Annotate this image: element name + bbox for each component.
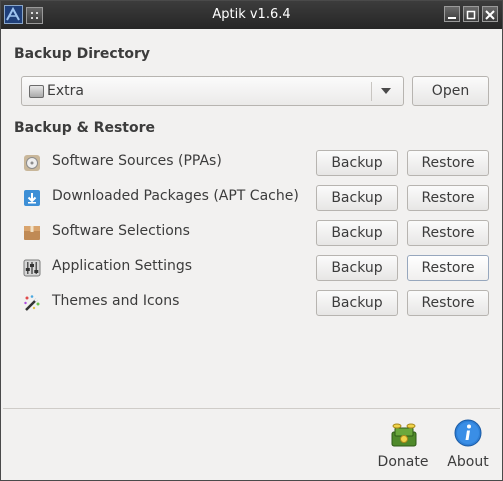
themes-icons-restore-button[interactable]: Restore — [407, 290, 489, 316]
combo-separator — [371, 82, 372, 101]
minimize-button[interactable] — [444, 6, 460, 22]
backup-restore-heading: Backup & Restore — [14, 120, 155, 136]
backup-directory-heading: Backup Directory — [14, 46, 151, 62]
maximize-button[interactable] — [463, 6, 479, 22]
money-icon — [389, 420, 419, 450]
about-button[interactable]: About — [441, 416, 495, 476]
list-item-software-sources: Software Sources (PPAs) Backup Restore — [1, 148, 502, 178]
download-icon — [23, 189, 41, 207]
footer-divider — [3, 408, 500, 409]
application-settings-label: Application Settings — [52, 258, 193, 274]
application-settings-backup-button[interactable]: Backup — [316, 255, 398, 281]
downloaded-packages-label: Downloaded Packages (APT Cache) — [52, 188, 299, 204]
themes-wand-icon — [23, 294, 41, 312]
downloaded-packages-restore-button[interactable]: Restore — [407, 185, 489, 211]
software-sources-restore-button[interactable]: Restore — [407, 150, 489, 176]
software-selections-backup-button[interactable]: Backup — [316, 220, 398, 246]
software-selections-label: Software Selections — [52, 223, 190, 239]
drive-icon — [29, 85, 44, 98]
software-sources-icon — [23, 154, 41, 172]
themes-icons-label: Themes and Icons — [52, 293, 180, 309]
aptik-window: Aptik v1.6.4 Backup Directory Extra Open… — [0, 0, 503, 481]
software-sources-label: Software Sources (PPAs) — [52, 153, 222, 169]
backup-directory-value: Extra — [47, 83, 84, 99]
chevron-down-icon[interactable] — [381, 88, 391, 94]
software-selections-restore-button[interactable]: Restore — [407, 220, 489, 246]
application-settings-restore-button[interactable]: Restore — [407, 255, 489, 281]
package-box-icon — [23, 224, 41, 242]
list-item-software-selections: Software Selections Backup Restore — [1, 218, 502, 248]
list-item-application-settings: Application Settings Backup Restore — [1, 253, 502, 283]
info-icon — [453, 418, 483, 448]
close-button[interactable] — [482, 6, 498, 22]
software-sources-backup-button[interactable]: Backup — [316, 150, 398, 176]
donate-button[interactable]: Donate — [373, 416, 433, 476]
title-bar[interactable]: Aptik v1.6.4 — [1, 1, 502, 29]
open-button[interactable]: Open — [412, 76, 489, 106]
backup-directory-select[interactable]: Extra — [21, 76, 404, 106]
window-title: Aptik v1.6.4 — [212, 7, 291, 22]
list-item-themes-icons: Themes and Icons Backup Restore — [1, 288, 502, 318]
themes-icons-backup-button[interactable]: Backup — [316, 290, 398, 316]
settings-sliders-icon — [23, 259, 41, 277]
downloaded-packages-backup-button[interactable]: Backup — [316, 185, 398, 211]
donate-label: Donate — [377, 454, 429, 470]
list-item-downloaded-packages: Downloaded Packages (APT Cache) Backup R… — [1, 183, 502, 213]
about-label: About — [447, 454, 489, 470]
